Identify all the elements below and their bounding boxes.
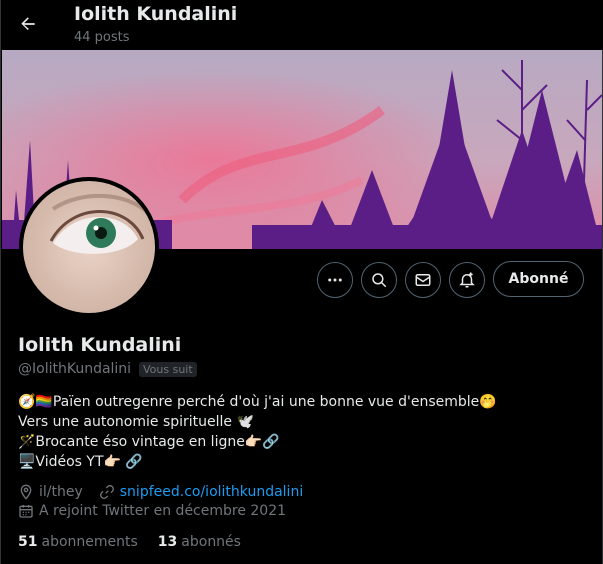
- bio-line: 🖥️Vidéos YT👉🏻 🔗: [18, 454, 143, 470]
- join-date: A rejoint Twitter en décembre 2021: [39, 503, 287, 519]
- followers-label: abonnés: [181, 534, 241, 550]
- location-pin-icon: [20, 484, 32, 500]
- following-button[interactable]: Abonné: [493, 261, 584, 297]
- more-button[interactable]: [317, 262, 353, 298]
- bio: 🧭🏳️‍🌈Païen outregenre perché d'où j'ai u…: [18, 392, 588, 472]
- following-stat[interactable]: 51 abonnements: [18, 534, 138, 550]
- bio-line: 🪄Brocante éso vintage en ligne👉🏻🔗: [18, 434, 280, 450]
- calendar-icon: [19, 505, 33, 518]
- pronouns: il/they: [39, 484, 83, 500]
- profile-meta-row: A rejoint Twitter en décembre 2021: [18, 503, 286, 519]
- followers-stat[interactable]: 13 abonnés: [158, 534, 241, 550]
- avatar-image: [23, 181, 155, 313]
- handle: @IolithKundalini: [18, 361, 132, 377]
- envelope-icon: [415, 274, 431, 286]
- follows-you-badge: Vous suit: [139, 362, 197, 377]
- bell-plus-icon: [459, 272, 475, 288]
- bio-line: Vers une autonomie spirituelle 🕊️: [18, 414, 254, 430]
- back-button[interactable]: [11, 7, 45, 41]
- follow-stats: 51 abonnements 13 abonnés: [18, 534, 241, 550]
- website-link[interactable]: snipfeed.co/iolithkundalini: [120, 484, 303, 500]
- following-label: abonnements: [41, 534, 138, 550]
- post-count: 44 posts: [74, 30, 130, 45]
- top-bar: Iolith Kundalini 44 posts: [1, 0, 603, 50]
- profile-meta-row: il/they snipfeed.co/iolithkundalini: [18, 484, 303, 500]
- search-button[interactable]: [361, 262, 397, 298]
- more-horizontal-icon: [328, 278, 342, 282]
- bio-line: 🧭🏳️‍🌈Païen outregenre perché d'où j'ai u…: [18, 394, 497, 410]
- following-count: 51: [18, 534, 38, 550]
- message-button[interactable]: [405, 262, 441, 298]
- avatar[interactable]: [19, 177, 159, 317]
- display-name: Iolith Kundalini: [18, 334, 182, 356]
- search-icon: [372, 273, 387, 288]
- notifications-button[interactable]: [449, 262, 485, 298]
- profile-page: Iolith Kundalini 44 posts Abonné Iolith …: [0, 0, 603, 564]
- arrow-left-icon: [21, 17, 35, 30]
- header-title: Iolith Kundalini: [74, 3, 238, 25]
- link-icon: [99, 485, 114, 499]
- followers-count: 13: [157, 534, 178, 550]
